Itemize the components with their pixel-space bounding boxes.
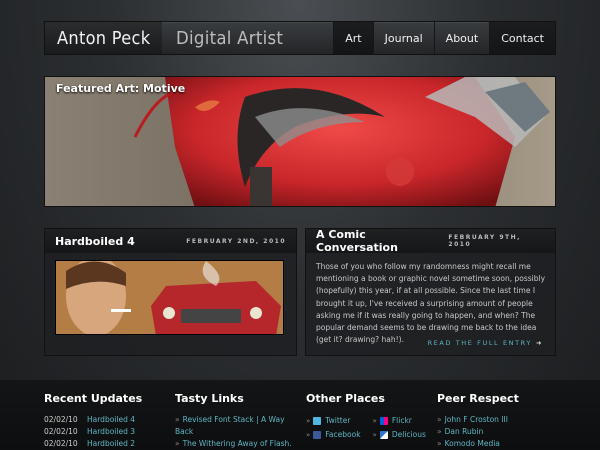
- site-brand[interactable]: Anton Peck: [45, 22, 163, 54]
- update-link[interactable]: Hardboiled 4: [87, 414, 135, 426]
- bullet-icon: »: [175, 439, 180, 448]
- column-title: Other Places: [306, 392, 385, 405]
- column-title: Tasty Links: [175, 392, 244, 405]
- arrow-right-icon: ➜: [535, 339, 543, 347]
- bullet-icon: »: [175, 415, 180, 424]
- peer-link-label: Dan Rubin: [444, 427, 484, 436]
- facebook-label: Facebook: [325, 430, 361, 439]
- twitter-icon: [313, 417, 322, 425]
- peer-link[interactable]: » Komodo Media: [437, 438, 519, 450]
- tasty-link[interactable]: » Revised Font Stack | A Way Back: [175, 414, 293, 438]
- facebook-icon: [313, 431, 322, 439]
- post-header: Hardboiled 4 FEBRUARY 2ND, 2010: [45, 229, 296, 253]
- peer-link[interactable]: » Dan Rubin: [437, 426, 519, 438]
- nav-journal[interactable]: Journal: [372, 22, 434, 54]
- social-col: » Twitter » Facebook: [306, 414, 361, 442]
- main-nav: Art Journal About Contact: [333, 22, 555, 54]
- post-date: FEBRUARY 9TH, 2010: [448, 234, 521, 248]
- delicious-icon: [379, 431, 388, 439]
- update-date: 02/02/10: [44, 427, 78, 436]
- nav-about[interactable]: About: [433, 22, 490, 54]
- bullet-icon: »: [437, 415, 442, 424]
- read-more-link[interactable]: READ THE FULL ENTRY ➜: [428, 339, 543, 347]
- nav-contact[interactable]: Contact: [489, 22, 555, 54]
- flickr-link[interactable]: » Flickr: [373, 414, 426, 428]
- twitter-link[interactable]: » Twitter: [306, 414, 361, 428]
- update-link[interactable]: Hardboiled 2: [87, 438, 135, 450]
- column-title: Peer Respect: [437, 392, 519, 405]
- tasty-link[interactable]: » The Withering Away of Flash.: [175, 438, 293, 450]
- tasty-links-column: Tasty Links » Revised Font Stack | A Way …: [175, 392, 293, 450]
- twitter-label: Twitter: [325, 416, 351, 425]
- featured-label: Featured Art: Motive: [56, 82, 186, 95]
- social-links: » Twitter » Facebook » Flickr » Delicious: [306, 414, 426, 442]
- bullet-icon: »: [306, 431, 311, 439]
- post-thumbnail[interactable]: [55, 260, 284, 335]
- list-item: 02/02/10 Hardboiled 3: [44, 426, 142, 438]
- bullet-icon: »: [306, 417, 311, 425]
- post-title[interactable]: A Comic Conversation: [316, 228, 448, 254]
- bullet-icon: »: [372, 417, 377, 425]
- comic-illustration: [56, 261, 283, 334]
- update-date: 02/02/10: [44, 415, 78, 424]
- nav-art[interactable]: Art: [333, 22, 373, 54]
- peer-respect-column: Peer Respect » John F Croston III » Dan Ru…: [437, 392, 519, 450]
- featured-art-banner[interactable]: Featured Art: Motive: [44, 76, 556, 207]
- delicious-link[interactable]: » Delicious: [373, 428, 426, 442]
- post-excerpt: Those of you who follow my randomness mi…: [316, 262, 546, 345]
- peer-link[interactable]: » John F Croston III: [437, 414, 519, 426]
- tasty-link-label: The Withering Away of Flash.: [182, 439, 292, 448]
- tasty-link-label: Revised Font Stack | A Way Back: [175, 415, 285, 436]
- post-title[interactable]: Hardboiled 4: [55, 235, 135, 248]
- post-date: FEBRUARY 2ND, 2010: [186, 237, 286, 245]
- peer-link-label: Komodo Media: [444, 439, 500, 448]
- update-date: 02/02/10: [44, 439, 78, 448]
- post-card-comic: A Comic Conversation FEBRUARY 9TH, 2010 …: [305, 228, 556, 356]
- delicious-label: Delicious: [391, 430, 426, 439]
- column-title: Recent Updates: [44, 392, 143, 405]
- flickr-label: Flickr: [391, 416, 412, 425]
- bullet-icon: »: [437, 427, 442, 436]
- peer-link-label: John F Croston III: [444, 415, 508, 424]
- other-places-column: Other Places » Twitter » Facebook » Flickr …: [306, 392, 426, 442]
- read-more-label: READ THE FULL ENTRY: [427, 339, 532, 347]
- featured-art-image: [45, 77, 555, 206]
- list-item: 02/02/10 Hardboiled 4: [44, 414, 142, 426]
- bullet-icon: »: [437, 439, 442, 448]
- flickr-icon: [379, 417, 388, 425]
- post-header: A Comic Conversation FEBRUARY 9TH, 2010: [306, 228, 555, 254]
- site-tagline: Digital Artist: [176, 27, 284, 49]
- social-col: » Flickr » Delicious: [373, 414, 426, 442]
- site-header: Anton Peck Digital Artist Art Journal Ab…: [44, 21, 556, 55]
- recent-updates-column: Recent Updates 02/02/10 Hardboiled 4 02/0…: [44, 392, 142, 450]
- post-card-hardboiled: Hardboiled 4 FEBRUARY 2ND, 2010: [44, 228, 297, 356]
- facebook-link[interactable]: » Facebook: [306, 428, 361, 442]
- bullet-icon: »: [372, 431, 377, 439]
- list-item: 02/02/10 Hardboiled 2: [44, 438, 142, 450]
- update-link[interactable]: Hardboiled 3: [87, 426, 135, 438]
